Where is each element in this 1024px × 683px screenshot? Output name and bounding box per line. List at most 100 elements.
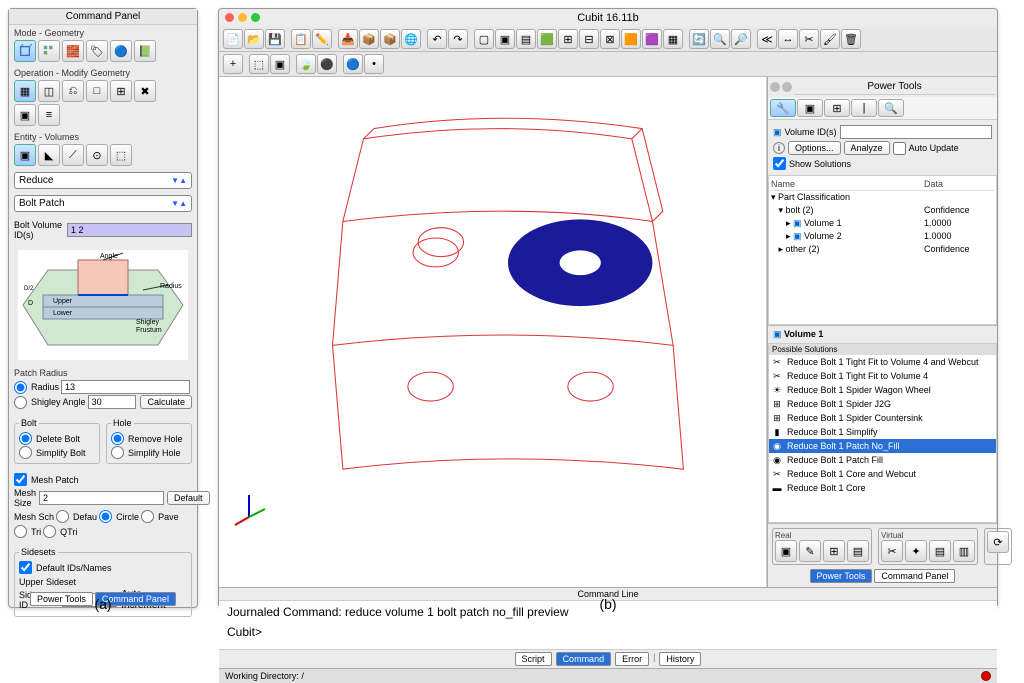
slice-button[interactable]: ✂ — [799, 29, 819, 49]
real-btn-2[interactable]: ✎ — [799, 540, 821, 562]
entity-group-button[interactable]: ⬚ — [110, 144, 132, 166]
sel-cube-button[interactable]: ▣ — [270, 54, 290, 74]
save-button[interactable]: 💾 — [265, 29, 285, 49]
tree-row[interactable]: ▸ ▣ Volume 11.0000 — [771, 217, 994, 230]
cmdtab-command[interactable]: Command — [556, 652, 612, 666]
ball-button[interactable]: ⚫ — [317, 54, 337, 74]
edit-button[interactable]: ✏️ — [312, 29, 332, 49]
journal-button[interactable]: 📋 — [291, 29, 311, 49]
side-tab-power-tools[interactable]: Power Tools — [810, 569, 873, 583]
entity-volume-button[interactable]: ▣ — [14, 144, 36, 166]
cube-shade-button[interactable]: ▤ — [516, 29, 536, 49]
delete-bolt-radio[interactable] — [19, 432, 32, 445]
skip-back-button[interactable]: ≪ — [757, 29, 777, 49]
radius-radio[interactable] — [14, 381, 27, 394]
cmdtab-history[interactable]: History — [659, 652, 701, 666]
minimize-icon[interactable] — [238, 13, 247, 22]
cube-hidden-button[interactable]: ▣ — [495, 29, 515, 49]
measure-button[interactable]: ↔ — [778, 29, 798, 49]
cube-orange-button[interactable]: 🟧 — [621, 29, 641, 49]
entity-curve-button[interactable]: ⟋ — [62, 144, 84, 166]
new-file-button[interactable]: 📄 — [223, 29, 243, 49]
pin-icon[interactable] — [782, 82, 792, 92]
virt-btn-4[interactable]: ▥ — [953, 540, 975, 562]
mode-geometry-button[interactable] — [14, 40, 36, 62]
tree-row[interactable]: ▾ bolt (2)Confidence — [771, 204, 994, 217]
mode-sphere-button[interactable]: 🔵 — [110, 40, 132, 62]
globe-button[interactable]: 🌐 — [401, 29, 421, 49]
solution-item[interactable]: ✂Reduce Bolt 1 Core and Webcut — [769, 467, 996, 481]
sch-circle-radio[interactable] — [99, 510, 112, 523]
close-icon[interactable] — [225, 13, 234, 22]
pkg-button[interactable]: 📦 — [380, 29, 400, 49]
sch-default-radio[interactable] — [56, 510, 69, 523]
sel-box-button[interactable]: ⬚ — [249, 54, 269, 74]
auto-update-check[interactable] — [893, 142, 906, 155]
angle-input[interactable] — [88, 395, 137, 409]
add-button[interactable]: + — [223, 54, 243, 74]
op-box-button[interactable]: □ — [86, 80, 108, 102]
volume-id-input[interactable] — [67, 223, 192, 237]
op-split-button[interactable]: ◫ — [38, 80, 60, 102]
tree-row[interactable]: ▾ Part Classification — [771, 191, 994, 204]
solution-item[interactable]: ▮Reduce Bolt 1 Simplify — [769, 425, 996, 439]
open-file-button[interactable]: 📂 — [244, 29, 264, 49]
dot-button[interactable]: • — [364, 54, 384, 74]
box-button[interactable]: 📦 — [359, 29, 379, 49]
op-merge-button[interactable]: ⎌ — [62, 80, 84, 102]
cmdtab-error[interactable]: Error — [615, 652, 649, 666]
cube-grid3-button[interactable]: ⊠ — [600, 29, 620, 49]
virt-btn-1[interactable]: ✂ — [881, 540, 903, 562]
mesh-size-input[interactable] — [39, 491, 164, 505]
solution-item[interactable]: ☀Reduce Bolt 1 Spider Wagon Wheel — [769, 383, 996, 397]
zoom-icon[interactable] — [251, 13, 260, 22]
extra-btn[interactable]: ⟳ — [987, 531, 1009, 553]
remove-hole-radio[interactable] — [111, 432, 124, 445]
simplify-bolt-radio[interactable] — [19, 446, 32, 459]
solution-item[interactable]: ⊞Reduce Bolt 1 Spider J2G — [769, 397, 996, 411]
simplify-hole-radio[interactable] — [111, 446, 124, 459]
entity-vertex-button[interactable]: ⊙ — [86, 144, 108, 166]
radius-input[interactable] — [61, 380, 190, 394]
cube-purple-button[interactable]: 🟪 — [642, 29, 662, 49]
trash-button[interactable]: 🗑 — [841, 29, 861, 49]
mode-brick-button[interactable]: 🧱 — [62, 40, 84, 62]
3d-viewport[interactable] — [219, 77, 767, 587]
side-tab-cube[interactable]: ▣ — [797, 99, 823, 117]
cmdtab-script[interactable]: Script — [515, 652, 552, 666]
side-tab-table[interactable]: ⊞ — [824, 99, 850, 117]
op-tools-button[interactable]: ✖ — [134, 80, 156, 102]
calculate-button[interactable]: Calculate — [140, 395, 192, 409]
show-solutions-check[interactable] — [773, 157, 786, 170]
op-modify-button[interactable]: ▦ — [14, 80, 36, 102]
entity-surface-button[interactable]: ◣ — [38, 144, 60, 166]
default-ids-check[interactable] — [19, 561, 32, 574]
solution-item[interactable]: ▬Reduce Bolt 1 Core — [769, 481, 996, 495]
blue-ball-button[interactable]: 🔵 — [343, 54, 363, 74]
solution-item[interactable]: ◉Reduce Bolt 1 Patch Fill — [769, 453, 996, 467]
close-icon[interactable] — [770, 82, 780, 92]
real-btn-4[interactable]: ▤ — [847, 540, 869, 562]
solution-item[interactable]: ✂Reduce Bolt 1 Tight Fit to Volume 4 and… — [769, 355, 996, 369]
op-list-button[interactable]: ≡ — [38, 104, 60, 126]
classification-tree[interactable]: NameData ▾ Part Classification ▾ bolt (2… — [768, 175, 997, 325]
virt-btn-3[interactable]: ▤ — [929, 540, 951, 562]
import-button[interactable]: 📥 — [338, 29, 358, 49]
leaf-button[interactable]: 🍃 — [296, 54, 316, 74]
refresh-button[interactable]: 🔄 — [689, 29, 709, 49]
solution-item[interactable]: ◉Reduce Bolt 1 Patch No_Fill — [769, 439, 996, 453]
solution-item[interactable]: ✂Reduce Bolt 1 Tight Fit to Volume 4 — [769, 369, 996, 383]
sch-tri-radio[interactable] — [14, 525, 27, 538]
reduce-dropdown[interactable]: Reduce▼▲ — [14, 172, 192, 189]
mesh-patch-check[interactable] — [14, 473, 27, 486]
solution-item[interactable]: ⊞Reduce Bolt 1 Spider Countersink — [769, 411, 996, 425]
cube-grid4-button[interactable]: ▦ — [663, 29, 683, 49]
op-cube-button[interactable]: ▣ — [14, 104, 36, 126]
default-button[interactable]: Default — [167, 491, 210, 505]
real-btn-1[interactable]: ▣ — [775, 540, 797, 562]
cube-grid1-button[interactable]: ⊞ — [558, 29, 578, 49]
sch-qtri-radio[interactable] — [43, 525, 56, 538]
analyze-button[interactable]: Analyze — [844, 141, 890, 155]
tree-row[interactable]: ▸ ▣ Volume 21.0000 — [771, 230, 994, 243]
tree-row[interactable]: ▸ other (2)Confidence — [771, 243, 994, 256]
